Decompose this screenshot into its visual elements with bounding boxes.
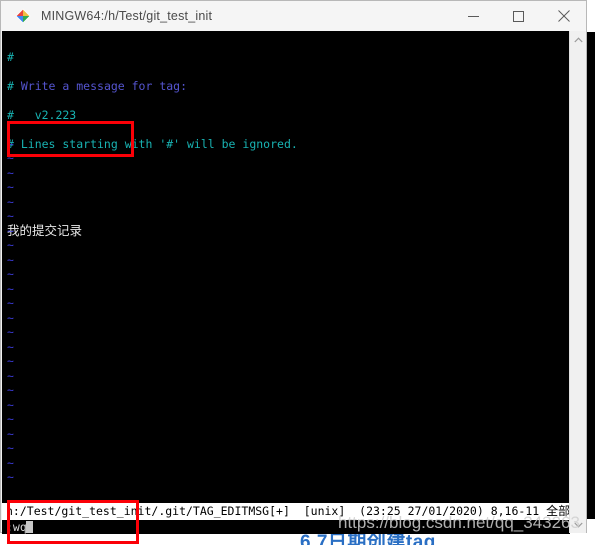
vim-tilde: ~ [7,441,14,455]
vim-tilde: ~ [7,310,14,325]
watermark-text: https://blog.csdn.net/qq_343263 [338,513,580,532]
vim-tilde: ~ [7,412,14,426]
vim-tilde: ~ [7,151,14,165]
vim-tilde: ~ [7,223,14,238]
minimize-button[interactable] [451,1,496,31]
vim-tilde: ~ [7,194,14,209]
title-bar[interactable]: MINGW64:/h/Test/git_test_init [1,1,586,31]
vim-tilde: ~ [7,354,14,368]
vim-tilde: ~ [7,397,14,412]
vim-tilde: ~ [7,383,14,397]
buffer-line-commit-message: 我的提交记录 [7,222,83,238]
vim-tilde: ~ [7,339,14,354]
command-text: :wq [6,520,27,534]
vim-tilde: ~ [7,180,14,194]
vim-tilde: ~ [7,455,14,470]
vim-buffer: # # Write a message for tag: # v2.223 # … [7,35,298,253]
vim-tilde: ~ [7,426,14,441]
buffer-line-comment-2-hash: # [7,78,21,93]
text-cursor [25,521,33,533]
mingw64-terminal-window[interactable]: MINGW64:/h/Test/git_test_init # # Write … [0,0,587,534]
window-title: MINGW64:/h/Test/git_test_init [41,9,213,23]
git-bash-icon [15,8,31,24]
vim-tilde: ~ [7,209,14,223]
vim-tilde: ~ [7,267,14,281]
terminal-screen[interactable]: # # Write a message for tag: # v2.223 # … [2,31,570,503]
vim-tilde: ~ [7,165,14,180]
close-button[interactable] [541,1,586,31]
vertical-scrollbar[interactable] [569,31,586,533]
vim-tilde: ~ [7,368,14,383]
buffer-line-comment-1: # [7,49,14,64]
vim-tilde: ~ [7,325,14,339]
vim-tilde: ~ [7,136,14,151]
buffer-line-comment-2-body: Write a message for tag: [20,78,188,93]
vim-tilde: ~ [7,252,14,267]
buffer-line-comment-4: # Lines starting with '#' will be ignore… [7,136,298,151]
vim-tilde: ~ [7,238,14,252]
status-path: h:/Test/git_test_init/.git/TAG_EDITMSG[+… [6,504,290,518]
scrollbar-thumb[interactable] [571,48,585,88]
vim-tilde: ~ [7,470,14,484]
vim-tilde: ~ [7,281,14,296]
buffer-line-tagname: # v2.223 [7,107,77,122]
window-controls [451,1,586,31]
maximize-button[interactable] [496,1,541,31]
scroll-up-button[interactable] [570,31,586,48]
vim-tilde: ~ [7,296,14,310]
